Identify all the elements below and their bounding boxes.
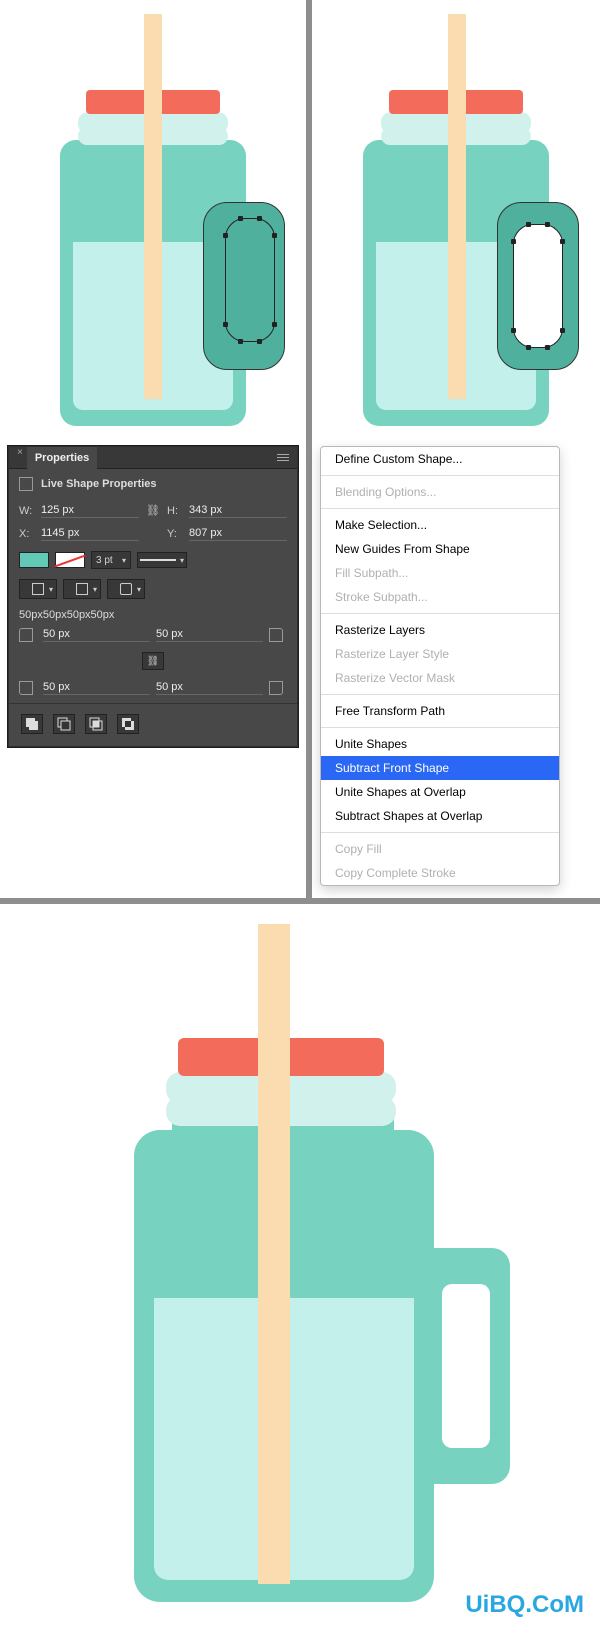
anchor-point[interactable]: [545, 345, 550, 350]
menu-item[interactable]: New Guides From Shape: [321, 537, 559, 561]
anchor-point[interactable]: [238, 216, 243, 221]
anchor-point[interactable]: [545, 222, 550, 227]
spacer: [145, 527, 161, 541]
corner-bl-input[interactable]: [43, 680, 150, 695]
stroke-weight-value: 3 pt: [96, 555, 113, 566]
context-menu: Define Custom Shape... Blending Options..…: [320, 446, 560, 886]
corner-br-input[interactable]: [156, 680, 263, 695]
y-input[interactable]: [189, 526, 287, 541]
corner-tr-icon: [269, 628, 283, 642]
watermark: UiBQ.CoM: [465, 1591, 584, 1619]
anchor-point[interactable]: [560, 328, 565, 333]
menu-item: Rasterize Layer Style: [321, 642, 559, 666]
stroke-align-icon: [32, 583, 44, 595]
width-label: W:: [19, 505, 35, 517]
menu-item[interactable]: Unite Shapes: [321, 732, 559, 756]
stroke-caps-dropdown[interactable]: ▾: [63, 579, 101, 599]
menu-separator: [321, 727, 559, 728]
chevron-down-icon: ▾: [122, 556, 126, 565]
corner-bl-icon: [19, 681, 33, 695]
anchor-point[interactable]: [272, 322, 277, 327]
anchor-point[interactable]: [526, 345, 531, 350]
jar-illustration-right: [320, 12, 592, 432]
menu-separator: [321, 832, 559, 833]
menu-item: Blending Options...: [321, 480, 559, 504]
stroke-corners-icon: [120, 583, 132, 595]
straw: [448, 14, 466, 399]
menu-separator: [321, 613, 559, 614]
menu-separator: [321, 694, 559, 695]
inner-rect-path[interactable]: [225, 218, 275, 342]
stroke-caps-icon: [76, 583, 88, 595]
menu-separator: [321, 475, 559, 476]
jar-illustration-result: UiBQ.CoM: [0, 904, 600, 1629]
menu-item: Fill Subpath...: [321, 561, 559, 585]
stroke-corners-dropdown[interactable]: ▾: [107, 579, 145, 599]
properties-panel: × Properties Live Shape Properties W: ⛓ …: [8, 446, 298, 747]
properties-tab[interactable]: Properties: [27, 447, 97, 469]
y-label: Y:: [167, 528, 183, 540]
anchor-point[interactable]: [526, 222, 531, 227]
stroke-style-dropdown[interactable]: ▾: [137, 552, 187, 568]
anchor-point[interactable]: [223, 233, 228, 238]
pathop-subtract-button[interactable]: [53, 714, 75, 734]
corner-br-icon: [269, 681, 283, 695]
height-input[interactable]: [189, 503, 287, 518]
corner-tl-input[interactable]: [43, 627, 150, 642]
anchor-point[interactable]: [511, 239, 516, 244]
x-label: X:: [19, 528, 35, 540]
menu-item: Stroke Subpath...: [321, 585, 559, 609]
section-title-label: Live Shape Properties: [41, 478, 157, 490]
fill-swatch[interactable]: [19, 552, 49, 568]
width-input[interactable]: [41, 503, 139, 518]
pathop-exclude-button[interactable]: [117, 714, 139, 734]
anchor-point[interactable]: [257, 339, 262, 344]
corner-tl-icon: [19, 628, 33, 642]
stroke-align-dropdown[interactable]: ▾: [19, 579, 57, 599]
shape-icon: [19, 477, 33, 491]
menu-item: Copy Fill: [321, 837, 559, 861]
corner-radius-combined: 50px50px50px50px: [9, 603, 297, 625]
straw: [144, 14, 162, 399]
stroke-weight-dropdown[interactable]: 3 pt ▾: [91, 551, 131, 569]
x-input[interactable]: [41, 526, 139, 541]
straw: [258, 924, 290, 1584]
link-corners-icon[interactable]: ⛓: [142, 652, 164, 670]
anchor-point[interactable]: [257, 216, 262, 221]
menu-item[interactable]: Define Custom Shape...: [321, 447, 559, 471]
height-label: H:: [167, 505, 183, 517]
panel-menu-icon[interactable]: [277, 450, 293, 466]
section-title: Live Shape Properties: [9, 469, 297, 499]
menu-item: Rasterize Vector Mask: [321, 666, 559, 690]
anchor-point[interactable]: [272, 233, 277, 238]
jar-illustration-left: [8, 12, 298, 432]
menu-item[interactable]: Rasterize Layers: [321, 618, 559, 642]
anchor-point[interactable]: [560, 239, 565, 244]
pathop-unite-button[interactable]: [21, 714, 43, 734]
anchor-point[interactable]: [511, 328, 516, 333]
menu-item: Copy Complete Stroke: [321, 861, 559, 885]
menu-item[interactable]: Unite Shapes at Overlap: [321, 780, 559, 804]
pathop-intersect-button[interactable]: [85, 714, 107, 734]
link-wh-icon[interactable]: ⛓: [145, 504, 161, 518]
menu-item[interactable]: Free Transform Path: [321, 699, 559, 723]
close-icon[interactable]: ×: [13, 447, 27, 458]
menu-item[interactable]: Make Selection...: [321, 513, 559, 537]
stroke-swatch[interactable]: [55, 552, 85, 568]
inner-rect-subtracted[interactable]: [513, 224, 563, 348]
panel-tabbar: × Properties: [9, 447, 297, 469]
menu-separator: [321, 508, 559, 509]
corner-tr-input[interactable]: [156, 627, 263, 642]
handle-inner-cut: [442, 1284, 490, 1448]
anchor-point[interactable]: [223, 322, 228, 327]
menu-item[interactable]: Subtract Shapes at Overlap: [321, 804, 559, 828]
menu-item[interactable]: Subtract Front Shape: [321, 756, 559, 780]
anchor-point[interactable]: [238, 339, 243, 344]
